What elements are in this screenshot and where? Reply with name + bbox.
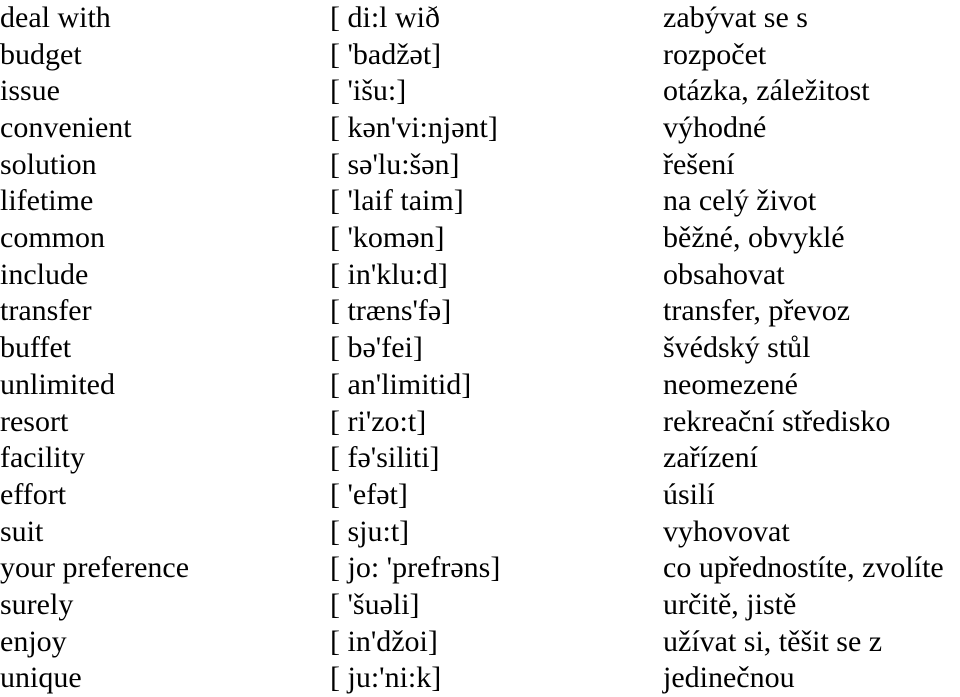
vocabulary-row: enjoy [ in'džoi] užívat si, těšit se z (0, 624, 960, 661)
english-term: resort (0, 404, 69, 438)
phonetic-transcription: [ an'limitid] (330, 367, 472, 401)
phonetic-transcription: [ in'džoi] (330, 624, 438, 658)
czech-translation: obsahovat (663, 257, 785, 291)
english-term: transfer (0, 294, 92, 328)
english-term: deal with (0, 1, 111, 34)
english-term: lifetime (0, 184, 94, 218)
english-term: common (0, 221, 105, 255)
vocabulary-row: unique [ ju:'ni:k] jedinečnou (0, 660, 960, 697)
czech-translation: vyhovovat (663, 514, 790, 548)
czech-translation: zabývat se s (663, 1, 808, 34)
vocabulary-row: convenient [ kən'vi:njənt] výhodné (0, 110, 960, 147)
czech-translation: úsilí (663, 477, 715, 511)
czech-translation: rozpočet (663, 37, 767, 71)
czech-translation: co upřednostíte, zvolíte (663, 551, 944, 585)
phonetic-transcription: [ 'komən] (330, 221, 445, 255)
phonetic-transcription: [ jo: 'prefrəns] (330, 551, 501, 585)
english-term: your preference (0, 551, 190, 585)
czech-translation: neomezené (663, 367, 798, 401)
english-term: enjoy (0, 624, 67, 658)
english-term: issue (0, 74, 60, 108)
phonetic-transcription: [ ju:'ni:k] (330, 661, 442, 695)
english-term: unique (0, 661, 82, 695)
vocabulary-row: budget [ 'badžət] rozpočet (0, 37, 960, 74)
czech-translation: řešení (663, 147, 735, 181)
czech-translation: užívat si, těšit se z (663, 624, 883, 658)
czech-translation: jedinečnou (663, 661, 795, 695)
english-term: include (0, 257, 89, 291)
vocabulary-row: resort [ ri'zo:t] rekreační středisko (0, 404, 960, 441)
vocabulary-table-body: deal with [ di:l wið zabývat se s budget [ '… (0, 0, 960, 697)
phonetic-transcription: [ fə'siliti] (330, 441, 440, 475)
phonetic-transcription: [ 'efət] (330, 477, 408, 511)
phonetic-transcription: [ sə'lu:šən] (330, 147, 460, 181)
english-term: effort (0, 477, 67, 511)
vocabulary-row: unlimited [ an'limitid] neomezené (0, 367, 960, 404)
vocabulary-row: transfer [ træns'fə] transfer, převoz (0, 293, 960, 330)
vocabulary-row: deal with [ di:l wið zabývat se s (0, 0, 960, 37)
phonetic-transcription: [ kən'vi:njənt] (330, 111, 498, 145)
czech-translation: švédský stůl (663, 331, 811, 365)
czech-translation: běžné, obvyklé (663, 221, 845, 255)
phonetic-transcription: [ sju:t] (330, 514, 410, 548)
czech-translation: zařízení (663, 441, 758, 475)
phonetic-transcription: [ in'klu:d] (330, 257, 448, 291)
czech-translation: otázka, záležitost (663, 74, 870, 108)
vocabulary-sheet: deal with [ di:l wið zabývat se s budget [ '… (0, 0, 960, 697)
vocabulary-row: effort [ 'efət] úsilí (0, 477, 960, 514)
phonetic-transcription: [ 'badžət] (330, 37, 442, 71)
vocabulary-row: solution [ sə'lu:šən] řešení (0, 147, 960, 184)
vocabulary-row: your preference [ jo: 'prefrəns] co upředn… (0, 550, 960, 587)
vocabulary-row: issue [ 'išu:] otázka, záležitost (0, 73, 960, 110)
vocabulary-row: buffet [ bə'fei] švédský stůl (0, 330, 960, 367)
vocabulary-row: include [ in'klu:d] obsahovat (0, 257, 960, 294)
vocabulary-row: facility [ fə'siliti] zařízení (0, 440, 960, 477)
czech-translation: transfer, převoz (663, 294, 851, 328)
phonetic-transcription: [ ri'zo:t] (330, 404, 427, 438)
english-term: unlimited (0, 367, 115, 401)
phonetic-transcription: [ 'išu:] (330, 74, 407, 108)
czech-translation: výhodné (663, 111, 767, 145)
english-term: solution (0, 147, 97, 181)
english-term: suit (0, 514, 44, 548)
vocabulary-table: deal with [ di:l wið zabývat se s budget [ '… (0, 0, 960, 697)
phonetic-transcription: [ di:l wið (330, 1, 440, 34)
vocabulary-row: lifetime [ 'laif taim] na celý život (0, 183, 960, 220)
english-term: facility (0, 441, 85, 475)
english-term: convenient (0, 111, 132, 145)
english-term: surely (0, 587, 74, 621)
phonetic-transcription: [ 'šuəli] (330, 587, 420, 621)
czech-translation: určitě, jistě (663, 587, 797, 621)
vocabulary-row: suit [ sju:t] vyhovovat (0, 514, 960, 551)
phonetic-transcription: [ 'laif taim] (330, 184, 464, 218)
vocabulary-row: common [ 'komən] běžné, obvyklé (0, 220, 960, 257)
phonetic-transcription: [ træns'fə] (330, 294, 452, 328)
vocabulary-row: surely [ 'šuəli] určitě, jistě (0, 587, 960, 624)
phonetic-transcription: [ bə'fei] (330, 331, 423, 365)
english-term: budget (0, 37, 82, 71)
english-term: buffet (0, 331, 72, 365)
czech-translation: na celý život (663, 184, 817, 218)
czech-translation: rekreační středisko (663, 404, 891, 438)
